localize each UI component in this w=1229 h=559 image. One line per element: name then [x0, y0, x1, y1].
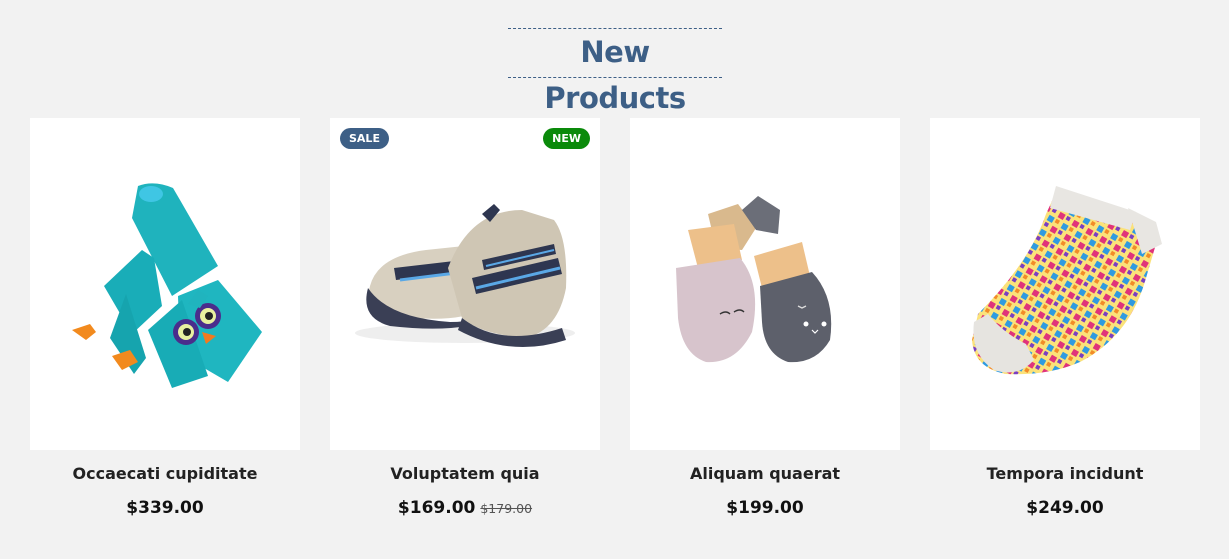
product-name[interactable]: Aliquam quaerat — [630, 464, 900, 483]
baby-shoes-image — [355, 204, 575, 348]
cat-mittens-image — [676, 196, 832, 363]
product-price: $199.00 — [726, 498, 804, 518]
patterned-sock-image — [972, 186, 1162, 375]
product-card[interactable]: SALE NEW Voluptatem quia $169.00 $179.00 — [330, 118, 600, 528]
product-name[interactable]: Voluptatem quia — [330, 464, 600, 483]
product-name[interactable]: Tempora incidunt — [930, 464, 1200, 483]
new-badge: NEW — [543, 128, 590, 149]
product-image-link[interactable] — [30, 118, 300, 450]
product-price-row: $169.00 $179.00 — [330, 498, 600, 518]
product-image-link[interactable] — [930, 118, 1200, 450]
section-heading: New Products — [508, 28, 722, 115]
product-card[interactable]: Aliquam quaerat $199.00 — [630, 118, 900, 528]
product-card[interactable]: Occaecati cupiditate $339.00 — [30, 118, 300, 528]
product-price: $339.00 — [126, 498, 204, 518]
product-price: $249.00 — [1026, 498, 1104, 518]
product-price-row: $339.00 — [30, 498, 300, 518]
product-image-link[interactable] — [630, 118, 900, 450]
product-grid: Occaecati cupiditate $339.00 SALE NEW Vo… — [30, 118, 1200, 528]
product-price-row: $199.00 — [630, 498, 900, 518]
section-title: New Products — [544, 35, 686, 115]
sale-badge: SALE — [340, 128, 389, 149]
product-name[interactable]: Occaecati cupiditate — [30, 464, 300, 483]
product-image-link[interactable]: SALE NEW — [330, 118, 600, 450]
product-price: $169.00 — [397, 498, 476, 518]
product-old-price: $179.00 — [480, 501, 533, 516]
owl-scarf-image — [72, 183, 262, 388]
product-price-row: $249.00 — [930, 498, 1200, 518]
product-card[interactable]: Tempora incidunt $249.00 — [930, 118, 1200, 528]
